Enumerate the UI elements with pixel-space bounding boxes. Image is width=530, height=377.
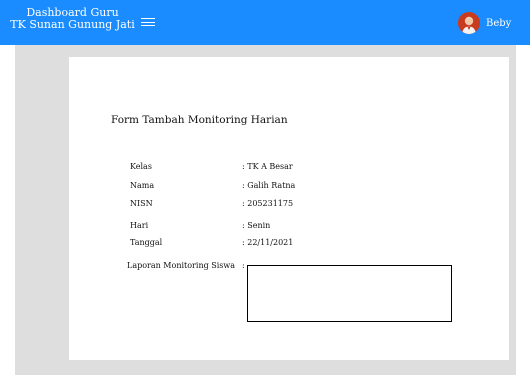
avatar	[458, 12, 480, 34]
value-nisn: : 205231175	[242, 199, 294, 208]
label-kelas: Kelas	[130, 162, 152, 171]
laporan-colon: :	[242, 261, 245, 270]
menu-bar-2	[141, 21, 155, 23]
menu-bar-1	[141, 18, 155, 19]
menu-bar-3	[141, 25, 155, 26]
value-nama: : Galih Ratna	[242, 181, 296, 190]
value-tanggal: : 22/11/2021	[242, 238, 294, 247]
label-nisn: NISN	[130, 199, 153, 208]
brand-line-2: TK Sunan Gunung Jati	[10, 18, 135, 31]
label-tanggal: Tanggal	[130, 238, 163, 247]
label-hari: Hari	[130, 221, 149, 230]
brand-title[interactable]: Dashboard Guru TK Sunan Gunung Jati	[9, 7, 136, 31]
top-navbar: Dashboard Guru TK Sunan Gunung Jati Beby	[0, 0, 530, 45]
form-title: Form Tambah Monitoring Harian	[111, 114, 288, 126]
value-kelas: : TK A Besar	[242, 162, 293, 171]
label-nama: Nama	[130, 181, 155, 190]
user-name: Beby	[486, 17, 512, 29]
label-laporan: Laporan Monitoring Siswa	[127, 261, 236, 270]
hamburger-menu-icon[interactable]	[141, 15, 155, 29]
value-hari: : Senin	[242, 221, 271, 230]
user-menu[interactable]: Beby	[458, 12, 511, 34]
laporan-monitoring-textarea[interactable]	[247, 265, 452, 322]
